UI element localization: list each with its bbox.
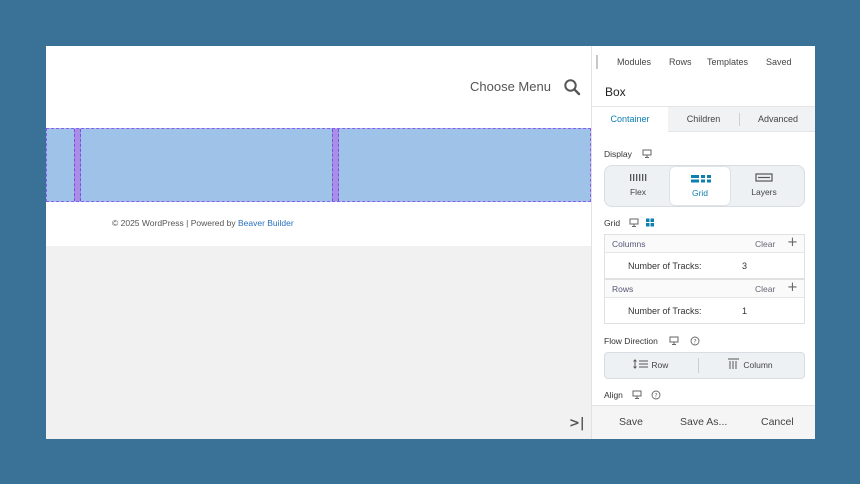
collapse-panel-icon[interactable]: >|	[569, 416, 585, 431]
display-option-label: Layers	[751, 187, 777, 197]
settings-panel: Modules Rows Templates Saved Box Contain…	[591, 46, 815, 439]
cancel-button[interactable]: Cancel	[761, 416, 794, 428]
grid-icon	[691, 175, 711, 183]
builder-window: Choose Menu © 2025 WordPress | Powered b…	[46, 46, 815, 439]
footer-credit: © 2025 WordPress | Powered by Beaver Bui…	[112, 218, 294, 228]
flex-icon	[630, 174, 647, 181]
rows-tracks-row: Number of Tracks: 1	[605, 298, 804, 323]
footer-credit-text: © 2025 WordPress | Powered by	[112, 218, 238, 228]
tab-templates[interactable]: Templates	[707, 57, 748, 67]
tab-children[interactable]: Children	[668, 107, 739, 132]
save-button[interactable]: Save	[619, 416, 643, 428]
svg-text:?: ?	[693, 338, 696, 345]
columns-tracks-input[interactable]: 3	[742, 261, 747, 271]
rows-label: Rows	[612, 284, 634, 294]
layers-icon	[755, 173, 773, 182]
row-icon	[633, 359, 648, 369]
grid-column-gap	[332, 129, 339, 201]
columns-tracks-label: Number of Tracks:	[628, 261, 702, 271]
flow-option-label: Row	[651, 360, 669, 370]
desktop-icon[interactable]	[642, 149, 652, 158]
columns-clear-button[interactable]: Clear	[755, 239, 775, 249]
desktop-icon[interactable]	[629, 218, 639, 227]
tab-advanced[interactable]: Advanced	[740, 107, 815, 132]
tab-saved[interactable]: Saved	[766, 57, 792, 67]
flow-divider	[698, 358, 699, 373]
flow-option-label: Column	[743, 360, 773, 370]
flow-direction-label: Flow Direction	[604, 336, 658, 346]
rows-clear-button[interactable]: Clear	[755, 284, 775, 294]
tab-rows[interactable]: Rows	[669, 57, 692, 67]
align-label: Align	[604, 390, 623, 400]
panel-top-tabs: Modules Rows Templates Saved	[592, 57, 815, 69]
panel-title: Box	[605, 85, 626, 99]
panel-footer: Save Save As... Cancel	[592, 405, 815, 439]
grid-columns-field: Columns Clear + Number of Tracks: 3	[604, 234, 805, 279]
display-selector: Flex Grid Layers	[604, 165, 805, 207]
grid-label: Grid	[604, 218, 621, 228]
save-as-button[interactable]: Save As...	[680, 416, 727, 428]
svg-text:?: ?	[654, 392, 657, 399]
display-option-label: Flex	[629, 187, 647, 197]
grid-column-gap	[74, 129, 81, 201]
grid-rows-field: Rows Clear + Number of Tracks: 1	[604, 279, 805, 324]
display-option-grid[interactable]: Grid	[669, 166, 731, 206]
help-icon[interactable]: ?	[690, 336, 700, 346]
footer-link[interactable]: Beaver Builder	[238, 218, 294, 228]
grid-layout-icon[interactable]	[645, 218, 655, 227]
desktop-icon[interactable]	[632, 390, 642, 399]
display-option-label: Grid	[691, 188, 709, 198]
site-footer: © 2025 WordPress | Powered by Beaver Bui…	[46, 202, 591, 246]
flow-option-column[interactable]: Column	[727, 353, 773, 378]
display-option-flex[interactable]: Flex	[607, 166, 669, 206]
settings-tabs: Container Children Advanced	[592, 106, 815, 132]
tab-container[interactable]: Container	[592, 107, 668, 132]
rows-tracks-label: Number of Tracks:	[628, 306, 702, 316]
tab-modules[interactable]: Modules	[617, 57, 651, 67]
help-icon[interactable]: ?	[651, 390, 661, 400]
flow-direction-selector: Row Column	[604, 352, 805, 379]
columns-tracks-row: Number of Tracks: 3	[605, 253, 804, 278]
rows-add-icon[interactable]: +	[787, 280, 798, 295]
display-option-layers[interactable]: Layers	[733, 166, 795, 206]
flow-option-row[interactable]: Row	[633, 353, 668, 378]
search-icon[interactable]	[563, 78, 581, 96]
desktop-icon[interactable]	[669, 336, 679, 345]
page-preview: Choose Menu © 2025 WordPress | Powered b…	[46, 46, 591, 439]
box-grid-container[interactable]	[46, 128, 591, 202]
columns-label: Columns	[612, 239, 646, 249]
column-icon	[728, 358, 739, 369]
site-header: Choose Menu	[46, 46, 591, 128]
columns-add-icon[interactable]: +	[787, 235, 798, 250]
rows-header: Rows Clear +	[605, 280, 804, 298]
rows-tracks-input[interactable]: 1	[742, 306, 747, 316]
columns-header: Columns Clear +	[605, 235, 804, 253]
nav-menu-toggle[interactable]: Choose Menu	[470, 79, 551, 94]
display-label: Display	[604, 149, 632, 159]
